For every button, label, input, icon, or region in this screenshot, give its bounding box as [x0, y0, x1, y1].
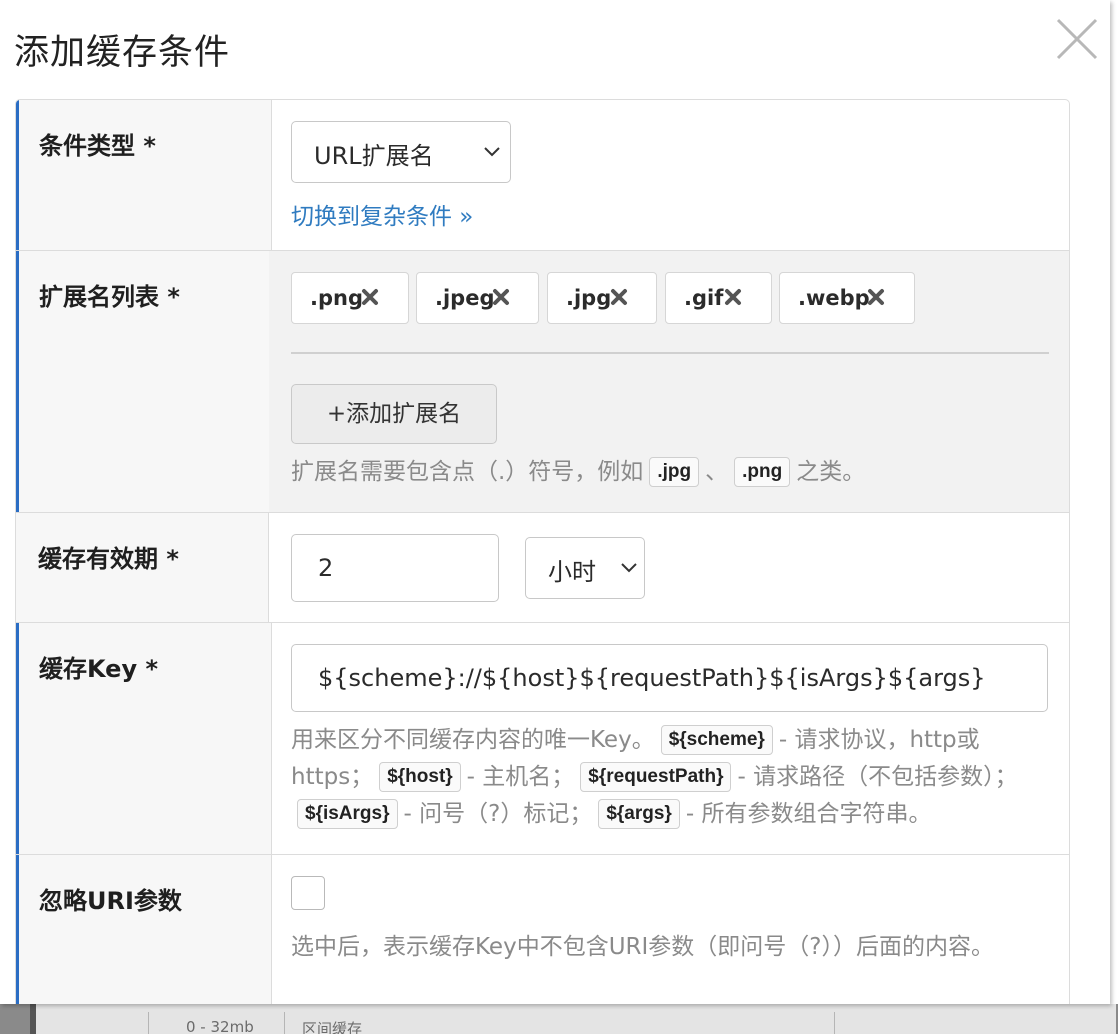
- extension-chip-label: .webp: [798, 286, 870, 310]
- variable-description: - 问号（?）标记；: [403, 801, 593, 827]
- cache-key-label: 缓存Key *: [16, 623, 272, 855]
- extension-chip: .jpeg: [416, 272, 539, 324]
- condition-type-value: URL扩展名 切换到复杂条件 »: [269, 100, 1069, 250]
- condition-form: 条件类型 * URL扩展名 切换到复杂条件 » 扩展名列表 * .png .jp…: [15, 99, 1070, 1004]
- ignore-uri-args-help-text: 选中后，表示缓存Key中不包含URI参数（即问号（?））后面的内容。: [291, 934, 995, 960]
- extension-chip-label: .gif: [684, 286, 724, 310]
- variable-description: - 请求路径（不包括参数）；: [737, 764, 1018, 790]
- extension-chip: .png: [291, 272, 409, 324]
- remove-icon[interactable]: [723, 287, 743, 307]
- extension-help-text: 扩展名需要包含点（.）符号，例如 .jpg、 .png 之类。: [291, 454, 1061, 491]
- background-divider: [284, 1012, 285, 1034]
- remove-icon[interactable]: [360, 287, 380, 307]
- condition-type-label-text: 条件类型 *: [39, 132, 156, 160]
- cache-key-help-text: 用来区分不同缓存内容的唯一Key。 ${scheme} - 请求协议，http或ht…: [291, 722, 1047, 833]
- variable-tag: ${host}: [379, 762, 461, 792]
- background-divider: [834, 1012, 835, 1034]
- extension-chip: .jpg: [547, 272, 657, 324]
- extension-chip-label: .jpg: [566, 286, 612, 310]
- extension-list-label-text: 扩展名列表 *: [39, 283, 180, 311]
- condition-type-selected: URL扩展名: [314, 142, 434, 170]
- cache-key-help-intro: 用来区分不同缓存内容的唯一Key。: [291, 727, 655, 753]
- row-cache-key: 缓存Key * ${scheme}://${host}${requestPath…: [16, 622, 1069, 855]
- extension-help-separator: 、: [705, 459, 729, 485]
- background-cell: 区间缓存: [302, 1020, 363, 1034]
- add-extension-button[interactable]: +添加扩展名: [291, 384, 497, 444]
- ignore-uri-args-label: 忽略URI参数: [16, 855, 272, 1004]
- ignore-uri-args-value: 选中后，表示缓存Key中不包含URI参数（即问号（?））后面的内容。: [269, 855, 1069, 1004]
- extension-chip: .gif: [665, 272, 772, 324]
- cache-key-value: ${scheme}://${host}${requestPath}${isArg…: [269, 623, 1069, 855]
- ignore-uri-args-label-text: 忽略URI参数: [39, 887, 182, 915]
- variable-tag: ${args}: [598, 799, 680, 829]
- cache-key-label-text: 缓存Key *: [39, 655, 159, 683]
- condition-type-label: 条件类型 *: [16, 100, 272, 250]
- background-page: 0 - 32mb 区间缓存: [0, 1004, 1118, 1034]
- remove-icon[interactable]: [491, 287, 511, 307]
- divider: [291, 352, 1049, 354]
- chevron-down-icon: [621, 563, 637, 573]
- remove-icon[interactable]: [866, 287, 886, 307]
- extension-chip-label: .png: [310, 286, 363, 310]
- cache-ttl-label-text: 缓存有效期 *: [38, 545, 179, 573]
- variable-description: - 所有参数组合字符串。: [685, 801, 932, 827]
- variable-description: - 主机名；: [466, 764, 575, 790]
- extension-help-suffix: 之类。: [796, 459, 866, 485]
- remove-icon[interactable]: [609, 287, 629, 307]
- cache-key-value-text: ${scheme}://${host}${requestPath}${isArg…: [318, 664, 986, 692]
- extension-list-label: 扩展名列表 *: [16, 251, 272, 513]
- variable-tag: ${scheme}: [660, 725, 773, 755]
- background-cell: 0 - 32mb: [186, 1018, 254, 1034]
- cache-ttl-unit-selected: 小时: [548, 558, 596, 586]
- example-tag: .png: [734, 457, 791, 487]
- row-condition-type: 条件类型 * URL扩展名 切换到复杂条件 »: [16, 100, 1069, 250]
- cache-ttl-value: 2 小时: [269, 513, 1069, 623]
- row-cache-ttl: 缓存有效期 * 2 小时: [16, 512, 1069, 623]
- cache-ttl-label: 缓存有效期 *: [16, 513, 269, 623]
- switch-complex-condition-link[interactable]: 切换到复杂条件 »: [291, 197, 473, 231]
- cache-ttl-value-text: 2: [318, 554, 334, 582]
- background-divider: [148, 1012, 149, 1034]
- cache-key-input[interactable]: ${scheme}://${host}${requestPath}${isArg…: [291, 644, 1048, 712]
- extension-chip-label: .jpeg: [435, 286, 495, 310]
- ignore-uri-args-checkbox[interactable]: [291, 876, 325, 910]
- extension-list-value: .png .jpeg .jpg .gif .webp +添加扩展名 扩展名需要包…: [269, 251, 1069, 513]
- dialog-title: 添加缓存条件: [14, 33, 231, 73]
- close-icon[interactable]: [1052, 14, 1102, 64]
- chevron-down-icon: [484, 147, 500, 157]
- row-ignore-uri-args: 忽略URI参数 选中后，表示缓存Key中不包含URI参数（即问号（?））后面的内…: [16, 854, 1069, 1004]
- background-table: 0 - 32mb 区间缓存: [30, 1004, 1116, 1034]
- cache-ttl-input[interactable]: 2: [291, 534, 499, 602]
- example-tag: .jpg: [649, 457, 700, 487]
- variable-tag: ${requestPath}: [580, 762, 732, 792]
- extension-chip: .webp: [779, 272, 915, 324]
- condition-type-select[interactable]: URL扩展名: [291, 121, 511, 183]
- extension-help-prefix: 扩展名需要包含点（.）符号，例如: [291, 459, 644, 485]
- add-cache-condition-dialog: 添加缓存条件 条件类型 * URL扩展名 切换到复杂条件 » 扩展名列表 * .…: [0, 0, 1110, 1004]
- row-extension-list: 扩展名列表 * .png .jpeg .jpg .gif .webp +添加扩展…: [16, 250, 1069, 513]
- variable-tag: ${isArgs}: [297, 799, 398, 829]
- cache-ttl-unit-select[interactable]: 小时: [525, 537, 645, 599]
